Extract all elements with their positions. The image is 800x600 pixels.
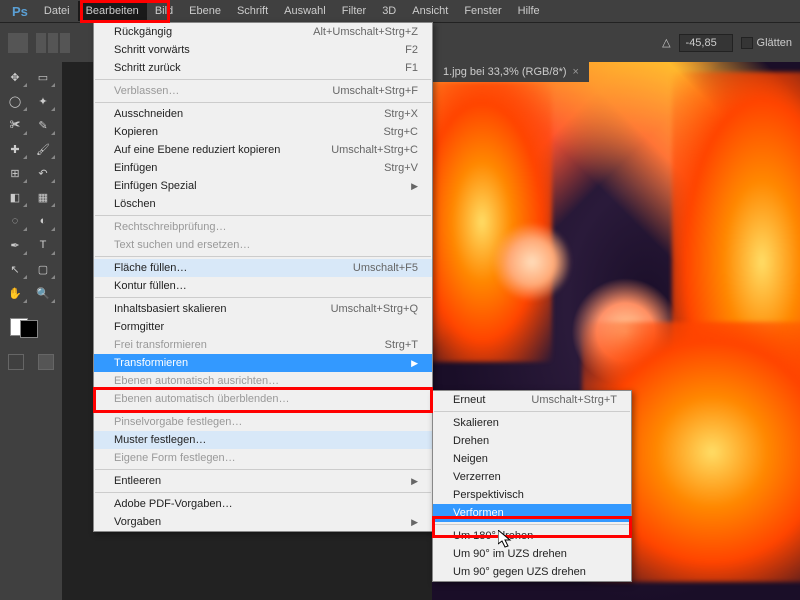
eyedropper-tool[interactable]: ✎ (30, 114, 56, 136)
menu-item-kontur-f-llen-[interactable]: Kontur füllen… (94, 277, 432, 295)
quickmask-toggle[interactable] (8, 354, 24, 370)
hand-tool[interactable]: ✋ (2, 282, 28, 304)
menu-item-auf-eine-ebene-reduziert-kopieren[interactable]: Auf eine Ebene reduziert kopierenUmschal… (94, 141, 432, 159)
menu-auswahl[interactable]: Auswahl (276, 1, 334, 21)
menu-item-skalieren[interactable]: Skalieren (433, 414, 631, 432)
menu-item-schritt-vorw-rts[interactable]: Schritt vorwärtsF2 (94, 41, 432, 59)
glatten-checkbox[interactable]: Glätten (741, 37, 792, 49)
menu-item-einf-gen-spezial[interactable]: Einfügen Spezial▶ (94, 177, 432, 195)
angle-label-icon: △ (662, 36, 670, 49)
menu-item-pinselvorgabe-festlegen-: Pinselvorgabe festlegen… (94, 413, 432, 431)
edit-menu-dropdown: RückgängigAlt+Umschalt+Strg+ZSchritt vor… (93, 22, 433, 532)
tool-preset-icon[interactable] (8, 33, 28, 53)
grid-options-icon[interactable] (36, 33, 70, 53)
color-swatches[interactable] (2, 310, 42, 346)
menu-filter[interactable]: Filter (334, 1, 374, 21)
eraser-tool[interactable]: ◧ (2, 186, 28, 208)
menu-item-entleeren[interactable]: Entleeren▶ (94, 472, 432, 490)
blur-tool[interactable]: ◌ (2, 210, 28, 232)
menu-item-verzerren[interactable]: Verzerren (433, 468, 631, 486)
menu-item-l-schen[interactable]: Löschen (94, 195, 432, 213)
pen-tool[interactable]: ✒ (2, 234, 28, 256)
menu-item-verformen[interactable]: Verformen (433, 504, 631, 522)
menu-item-muster-festlegen-[interactable]: Muster festlegen… (94, 431, 432, 449)
tools-panel: ✥ ▭ ◯ ✦ ✀ ✎ ✚ 🖌 ⊞ ↶ ◧ ▦ ◌ ◐ ✒ T ↖ ▢ ✋ 🔍 (0, 62, 62, 600)
document-tab[interactable]: 1.jpg bei 33,3% (RGB/8*)× (433, 62, 589, 82)
menu-item-um-180-drehen[interactable]: Um 180° drehen (433, 527, 631, 545)
menubar: Ps Datei Bearbeiten Bild Ebene Schrift A… (0, 0, 800, 22)
transform-submenu-dropdown: ErneutUmschalt+Strg+T SkalierenDrehenNeig… (432, 390, 632, 582)
menu-3d[interactable]: 3D (374, 1, 404, 21)
menu-ansicht[interactable]: Ansicht (404, 1, 456, 21)
dodge-tool[interactable]: ◐ (30, 210, 56, 232)
menu-item-rechtschreibpr-fung-: Rechtschreibprüfung… (94, 218, 432, 236)
crop-tool[interactable]: ✀ (2, 114, 28, 136)
lasso-tool[interactable]: ◯ (2, 90, 28, 112)
menu-item-neigen[interactable]: Neigen (433, 450, 631, 468)
menu-item-inhaltsbasiert-skalieren[interactable]: Inhaltsbasiert skalierenUmschalt+Strg+Q (94, 300, 432, 318)
background-swatch[interactable] (20, 320, 38, 338)
menu-item-adobe-pdf-vorgaben-[interactable]: Adobe PDF-Vorgaben… (94, 495, 432, 513)
screenmode-toggle[interactable] (38, 354, 54, 370)
history-tool[interactable]: ↶ (30, 162, 56, 184)
menu-schrift[interactable]: Schrift (229, 1, 276, 21)
move-tool[interactable]: ✥ (2, 66, 28, 88)
menu-item-ebenen-automatisch-ausrichten-: Ebenen automatisch ausrichten… (94, 372, 432, 390)
menu-item-transformieren[interactable]: Transformieren▶ (94, 354, 432, 372)
menu-item-formgitter[interactable]: Formgitter (94, 318, 432, 336)
menu-item-um-90-gegen-uzs-drehen[interactable]: Um 90° gegen UZS drehen (433, 563, 631, 581)
menu-bearbeiten[interactable]: Bearbeiten (78, 1, 147, 21)
stamp-tool[interactable]: ⊞ (2, 162, 28, 184)
menu-item-ebenen-automatisch-berblenden-: Ebenen automatisch überblenden… (94, 390, 432, 408)
zoom-tool[interactable]: 🔍 (30, 282, 56, 304)
gradient-tool[interactable]: ▦ (30, 186, 56, 208)
heal-tool[interactable]: ✚ (2, 138, 28, 160)
type-tool[interactable]: T (30, 234, 56, 256)
menu-item-schritt-zur-ck[interactable]: Schritt zurückF1 (94, 59, 432, 77)
angle-input[interactable] (679, 34, 733, 52)
menu-datei[interactable]: Datei (36, 1, 78, 21)
menu-bild[interactable]: Bild (147, 1, 181, 21)
menu-item-erneut[interactable]: ErneutUmschalt+Strg+T (433, 391, 631, 409)
menu-fenster[interactable]: Fenster (456, 1, 509, 21)
menu-ebene[interactable]: Ebene (181, 1, 229, 21)
menu-item-fl-che-f-llen-[interactable]: Fläche füllen…Umschalt+F5 (94, 259, 432, 277)
menu-item-r-ckg-ngig[interactable]: RückgängigAlt+Umschalt+Strg+Z (94, 23, 432, 41)
menu-item-text-suchen-und-ersetzen-: Text suchen und ersetzen… (94, 236, 432, 254)
menu-item-frei-transformieren: Frei transformierenStrg+T (94, 336, 432, 354)
menu-item-vorgaben[interactable]: Vorgaben▶ (94, 513, 432, 531)
brush-tool[interactable]: 🖌 (30, 138, 56, 160)
selection-tool[interactable]: ▭ (30, 66, 56, 88)
wand-tool[interactable]: ✦ (30, 90, 56, 112)
menu-item-verblassen-: Verblassen…Umschalt+Strg+F (94, 82, 432, 100)
document-tab-bar: 1.jpg bei 33,3% (RGB/8*)× (433, 62, 589, 82)
ps-logo-icon: Ps (4, 4, 36, 19)
path-tool[interactable]: ↖ (2, 258, 28, 280)
menu-item-kopieren[interactable]: KopierenStrg+C (94, 123, 432, 141)
menu-item-einf-gen[interactable]: EinfügenStrg+V (94, 159, 432, 177)
close-tab-icon[interactable]: × (573, 66, 579, 78)
menu-item-drehen[interactable]: Drehen (433, 432, 631, 450)
shape-tool[interactable]: ▢ (30, 258, 56, 280)
cursor-icon (498, 530, 514, 550)
menu-item-um-90-im-uzs-drehen[interactable]: Um 90° im UZS drehen (433, 545, 631, 563)
menu-item-ausschneiden[interactable]: AusschneidenStrg+X (94, 105, 432, 123)
menu-item-perspektivisch[interactable]: Perspektivisch (433, 486, 631, 504)
menu-item-eigene-form-festlegen-: Eigene Form festlegen… (94, 449, 432, 467)
menu-hilfe[interactable]: Hilfe (510, 1, 548, 21)
